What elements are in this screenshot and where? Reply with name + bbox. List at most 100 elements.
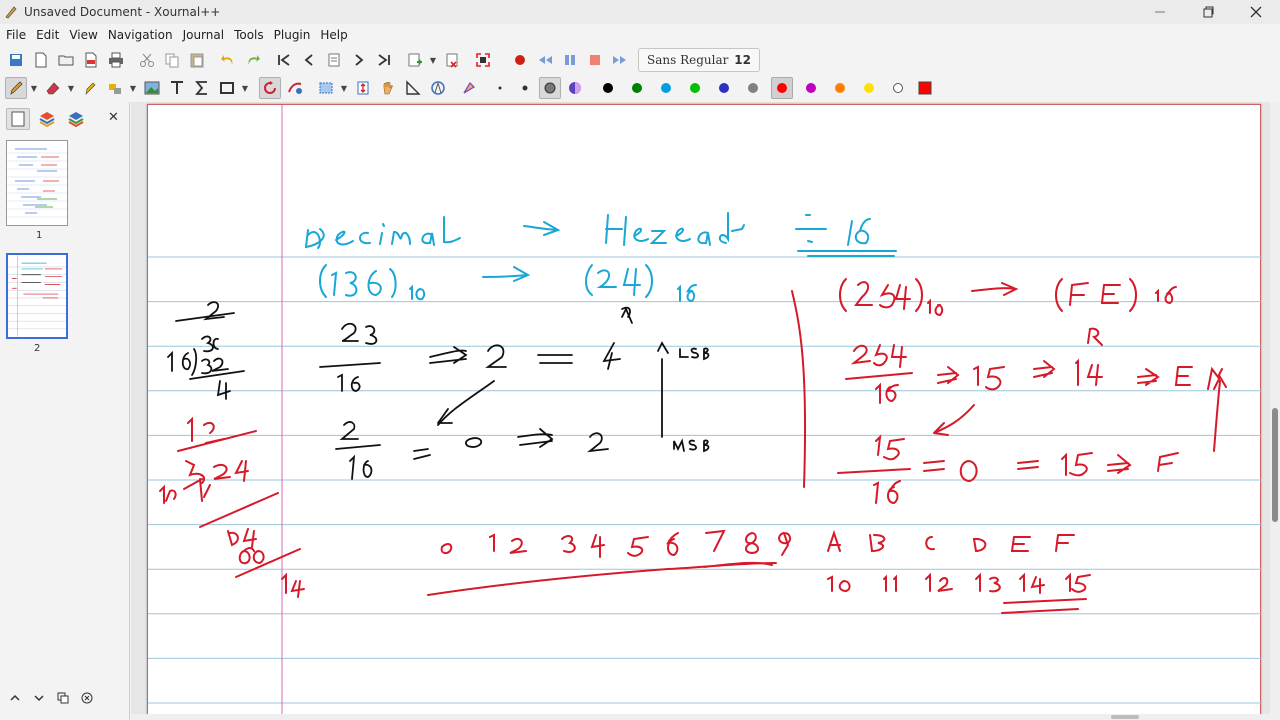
color-swatch[interactable] (626, 77, 648, 99)
menu-help[interactable]: Help (316, 28, 351, 42)
shape-recognizer-icon[interactable] (258, 77, 281, 99)
chevron-down-icon[interactable]: ▼ (65, 77, 77, 99)
page-number-label: 1 (36, 230, 43, 241)
print-icon[interactable] (105, 49, 127, 71)
rectangle-icon[interactable] (216, 77, 238, 99)
color-swatch[interactable] (742, 77, 764, 99)
insert-page-icon[interactable] (404, 49, 426, 71)
page-thumbnail-content-icon (7, 148, 67, 218)
menu-view[interactable]: View (65, 28, 101, 42)
save-icon[interactable] (5, 49, 27, 71)
chevron-down-icon[interactable]: ▼ (28, 77, 40, 99)
font-selector[interactable]: Sans Regular 12 (638, 48, 760, 72)
thick-size-icon[interactable] (538, 77, 561, 99)
insert-image-icon[interactable] (141, 77, 163, 99)
paste-icon[interactable] (186, 49, 208, 71)
record-icon[interactable] (509, 49, 531, 71)
color-swatch[interactable] (858, 77, 880, 99)
page-thumbnail[interactable] (6, 140, 68, 226)
page-preview-tab-icon[interactable] (6, 108, 30, 130)
color-swatch[interactable] (684, 77, 706, 99)
move-page-down-icon[interactable] (28, 688, 50, 708)
rewind-icon[interactable] (534, 49, 556, 71)
layer-preview-tab-icon[interactable] (64, 108, 88, 130)
page-thumbnail-current[interactable] (6, 253, 68, 339)
move-page-up-icon[interactable] (4, 688, 26, 708)
ruled-page[interactable] (147, 104, 1262, 720)
goto-page-icon[interactable] (323, 49, 345, 71)
color-swatch[interactable] (887, 77, 909, 99)
math-tex-icon[interactable] (191, 77, 213, 99)
color-picker-icon[interactable] (564, 77, 586, 99)
export-pdf-icon[interactable] (80, 49, 102, 71)
fullscreen-icon[interactable] (472, 49, 494, 71)
current-color-icon[interactable] (914, 77, 936, 99)
fill-tool-icon[interactable] (458, 77, 480, 99)
menu-edit[interactable]: Edit (32, 28, 63, 42)
main-toolbar: ▼ Sans Regular 12 (0, 46, 1280, 74)
title-bar: Unsaved Document - Xournal++ (0, 0, 1280, 24)
ruler-tool-icon[interactable] (284, 77, 306, 99)
previous-page-icon[interactable] (298, 49, 320, 71)
eraser-icon[interactable] (42, 77, 64, 99)
color-swatch[interactable] (770, 77, 793, 99)
layers-tab-icon[interactable] (35, 108, 59, 130)
fast-forward-icon[interactable] (609, 49, 631, 71)
document-canvas[interactable] (131, 102, 1280, 720)
page-thumbnail-content-icon (8, 255, 66, 337)
next-page-icon[interactable] (348, 49, 370, 71)
page-preview-sidebar: ✕ 1 2 (0, 102, 130, 720)
cut-icon[interactable] (136, 49, 158, 71)
open-folder-icon[interactable] (55, 49, 77, 71)
menu-navigation[interactable]: Navigation (104, 28, 177, 42)
chevron-down-icon[interactable]: ▼ (338, 77, 350, 99)
text-tool-icon[interactable] (166, 77, 188, 99)
first-page-icon[interactable] (273, 49, 295, 71)
select-object-icon[interactable] (104, 77, 126, 99)
minimize-icon[interactable] (1136, 0, 1184, 24)
medium-size-icon[interactable] (514, 77, 536, 99)
maximize-icon[interactable] (1184, 0, 1232, 24)
close-sidebar-icon[interactable]: ✕ (108, 110, 119, 125)
pen-icon[interactable] (4, 77, 27, 99)
thin-size-icon[interactable] (489, 77, 511, 99)
color-palette (593, 77, 912, 99)
red-ink (159, 278, 1227, 614)
redo-icon[interactable] (242, 49, 264, 71)
hand-tool-icon[interactable] (377, 77, 399, 99)
chevron-down-icon[interactable]: ▼ (239, 77, 251, 99)
scrollbar-thumb[interactable] (1272, 408, 1278, 522)
font-name: Sans Regular (647, 53, 729, 67)
highlighter-icon[interactable] (79, 77, 101, 99)
stop-icon[interactable] (584, 49, 606, 71)
menu-plugin[interactable]: Plugin (270, 28, 315, 42)
menu-tools[interactable]: Tools (230, 28, 268, 42)
menu-file[interactable]: File (2, 28, 30, 42)
setsquare-icon[interactable] (402, 77, 424, 99)
close-icon[interactable] (1232, 0, 1280, 24)
color-swatch[interactable] (597, 77, 619, 99)
pause-icon[interactable] (559, 49, 581, 71)
new-document-icon[interactable] (30, 49, 52, 71)
chevron-down-icon[interactable]: ▼ (427, 49, 439, 71)
tools-toolbar: ▼ ▼ ▼ ▼ ▼ (0, 74, 1280, 102)
color-swatch[interactable] (829, 77, 851, 99)
compass-icon[interactable] (427, 77, 449, 99)
color-swatch[interactable] (713, 77, 735, 99)
vertical-scrollbar[interactable] (1270, 102, 1280, 720)
color-swatch[interactable] (655, 77, 677, 99)
select-rect-icon[interactable] (315, 77, 337, 99)
chevron-down-icon[interactable]: ▼ (127, 77, 139, 99)
scrollbar-thumb[interactable] (1111, 715, 1139, 719)
font-size: 12 (734, 53, 751, 67)
undo-icon[interactable] (217, 49, 239, 71)
last-page-icon[interactable] (373, 49, 395, 71)
horizontal-scrollbar[interactable] (131, 714, 1270, 720)
menu-journal[interactable]: Journal (179, 28, 229, 42)
delete-page-icon[interactable] (441, 49, 463, 71)
delete-page-sidebar-icon[interactable] (76, 688, 98, 708)
copy-icon[interactable] (161, 49, 183, 71)
duplicate-page-icon[interactable] (52, 688, 74, 708)
color-swatch[interactable] (800, 77, 822, 99)
vertical-space-icon[interactable] (352, 77, 374, 99)
